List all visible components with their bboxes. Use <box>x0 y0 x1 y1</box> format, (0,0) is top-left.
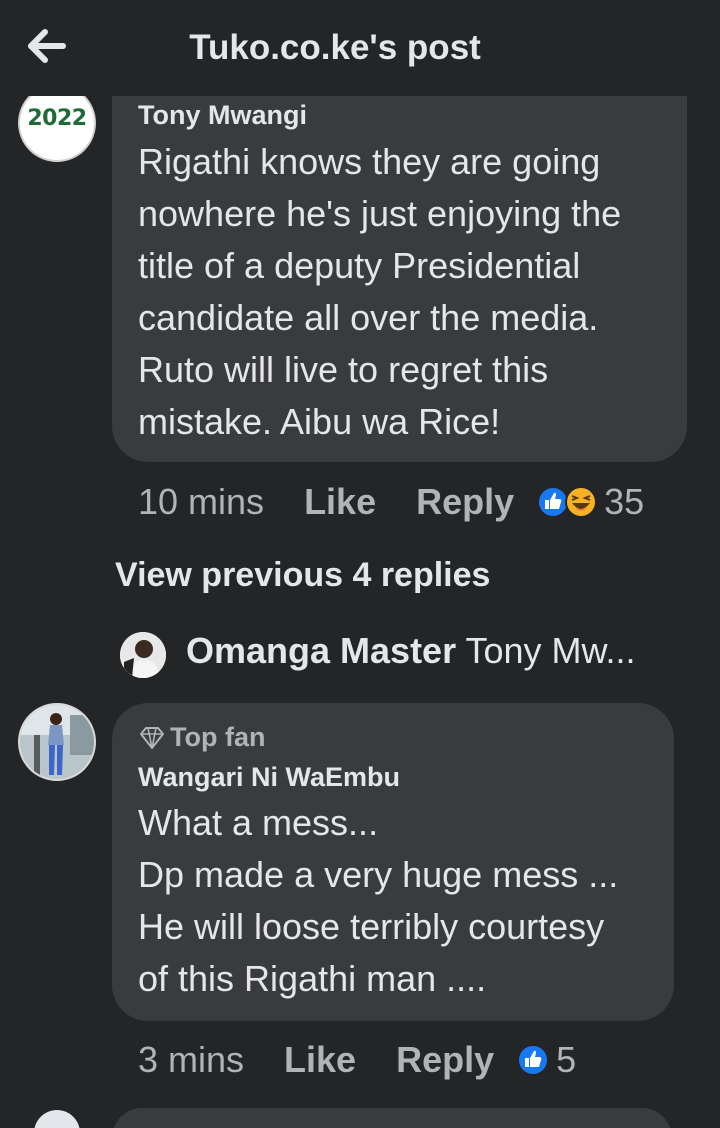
reactions-summary[interactable]: 5 <box>516 1039 576 1081</box>
comment-time[interactable]: 3 mins <box>138 1039 244 1081</box>
post-comments-page: Tuko.co.ke's post 2022 Tony Mwangi Rigat… <box>0 0 720 1128</box>
reply-author: Omanga Master <box>186 630 457 671</box>
reply-snippet: Tony Mw... <box>465 630 636 671</box>
reply-button[interactable]: Reply <box>416 481 514 523</box>
comment-text: What a mess... Dp made a very huge mess … <box>138 802 619 999</box>
reply-preview[interactable]: Omanga Master Tony Mw... <box>186 630 676 672</box>
person-photo-icon <box>20 705 94 779</box>
person-photo-icon <box>120 632 166 678</box>
comment-text: Rigathi knows they are going nowhere he'… <box>138 141 622 442</box>
page-title: Tuko.co.ke's post <box>189 28 481 67</box>
diamond-icon <box>140 726 164 749</box>
comment-author[interactable]: Tony Mwangi <box>138 100 307 131</box>
reaction-count: 35 <box>604 481 645 522</box>
reaction-count: 5 <box>556 1039 577 1080</box>
like-button[interactable]: Like <box>284 1039 356 1081</box>
comment-actions: 3 mins Like Reply 5 <box>138 1039 576 1081</box>
comment-time[interactable]: 10 mins <box>138 481 264 523</box>
avatar[interactable] <box>120 632 166 678</box>
reply-button[interactable]: Reply <box>396 1039 494 1081</box>
avatar[interactable] <box>34 1110 80 1128</box>
top-bar: Tuko.co.ke's post <box>0 0 720 96</box>
comment-actions: 10 mins Like Reply 35 <box>138 481 644 523</box>
avatar-text: 2022 <box>27 106 87 131</box>
comment-bubble[interactable] <box>112 1108 672 1128</box>
like-reaction-icon <box>517 1044 550 1076</box>
view-previous-replies-link[interactable]: View previous 4 replies <box>115 556 490 595</box>
top-fan-badge: Top fan <box>138 722 265 753</box>
top-fan-label: Top fan <box>170 722 266 752</box>
reactions-summary[interactable]: 35 <box>536 481 644 523</box>
haha-reaction-icon <box>565 486 598 518</box>
like-button[interactable]: Like <box>304 481 376 523</box>
avatar[interactable] <box>18 703 96 781</box>
comment-author[interactable]: Wangari Ni WaEmbu <box>138 762 400 793</box>
